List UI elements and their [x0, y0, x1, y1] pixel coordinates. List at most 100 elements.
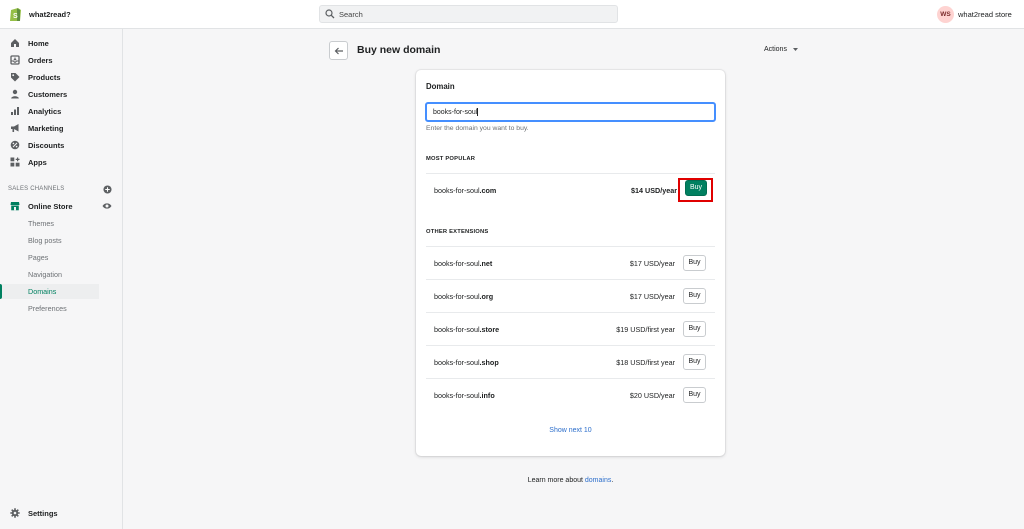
- back-button[interactable]: [329, 41, 348, 60]
- domain-name: books-for-soul.com: [434, 186, 496, 195]
- sidebar-item-label: Home: [28, 39, 49, 48]
- domain-ext: .shop: [479, 358, 499, 367]
- learn-more-text: Learn more about domains.: [416, 477, 725, 484]
- sidebar-subitem-label: Themes: [28, 219, 54, 228]
- caret-down-icon: [792, 47, 798, 51]
- domain-input-value: books-for-soul: [433, 108, 478, 116]
- add-sales-channel-icon[interactable]: [103, 185, 112, 194]
- buy-button[interactable]: Buy: [683, 387, 706, 403]
- sidebar-item-apps[interactable]: Apps: [0, 155, 123, 171]
- sidebar-subitem-blog-posts[interactable]: Blog posts: [0, 233, 99, 248]
- domain-ext: .net: [479, 259, 493, 268]
- domain-name: books-for-soul.shop: [434, 358, 499, 367]
- svg-text:S: S: [13, 13, 18, 20]
- arrow-left-icon: [334, 47, 343, 55]
- other-extensions-heading: OTHER EXTENSIONS: [426, 229, 489, 235]
- sidebar-subitem-label: Pages: [28, 253, 49, 262]
- eye-icon[interactable]: [102, 202, 112, 210]
- domain-name: books-for-soul.store: [434, 325, 499, 334]
- domain-row: books-for-soul.net $17 USD/year Buy: [426, 246, 715, 279]
- domain-base: books-for-soul: [434, 391, 480, 400]
- person-icon: [11, 89, 19, 99]
- megaphone-icon: [11, 124, 19, 132]
- store-icon: [10, 202, 20, 211]
- sidebar-subitem-label: Preferences: [28, 304, 67, 313]
- sidebar-subitem-label: Navigation: [28, 270, 62, 279]
- sidebar-item-label: Online Store: [28, 202, 73, 211]
- domain-price: $17 USD/year: [629, 259, 675, 268]
- actions-label: Actions: [764, 46, 787, 53]
- sidebar-subitem-label: Blog posts: [28, 236, 62, 245]
- domain-help-text: Enter the domain you want to buy.: [426, 125, 529, 132]
- sidebar-item-label: Analytics: [28, 107, 62, 116]
- sidebar-subitem-preferences[interactable]: Preferences: [0, 301, 99, 316]
- shopify-logo-icon[interactable]: S: [9, 6, 22, 22]
- search-placeholder: Search: [339, 10, 363, 19]
- domains-link[interactable]: domains: [585, 477, 611, 484]
- sidebar-item-label: Products: [28, 73, 61, 82]
- domain-price: $18 USD/first year: [616, 358, 675, 367]
- card-title: Domain: [426, 82, 455, 91]
- sidebar-item-label: Discounts: [28, 141, 65, 150]
- domain-ext: .com: [479, 186, 497, 195]
- sidebar-item-customers[interactable]: Customers: [0, 87, 123, 103]
- domain-base: books-for-soul: [434, 259, 480, 268]
- home-icon: [11, 39, 19, 47]
- domain-row: books-for-soul.org $17 USD/year Buy: [426, 279, 715, 312]
- domain-base: books-for-soul: [434, 325, 480, 334]
- sidebar: Home Orders Products Customers Analytics…: [0, 29, 123, 529]
- sidebar-item-analytics[interactable]: Analytics: [0, 104, 123, 120]
- domain-price: $19 USD/first year: [616, 325, 675, 334]
- domain-card: Domain books-for-soul Enter the domain y…: [416, 70, 725, 456]
- sidebar-subitem-domains[interactable]: Domains: [0, 284, 99, 299]
- sidebar-subitem-themes[interactable]: Themes: [0, 216, 99, 231]
- domain-price: $14 USD/year: [631, 186, 677, 195]
- buy-button[interactable]: Buy: [683, 288, 706, 304]
- search-icon: [325, 9, 335, 19]
- text-caret: [477, 108, 479, 116]
- domain-name: books-for-soul.org: [434, 292, 493, 301]
- show-next-link[interactable]: Show next 10: [416, 427, 725, 434]
- domain-input[interactable]: books-for-soul: [425, 102, 716, 122]
- sidebar-item-products[interactable]: Products: [0, 70, 123, 86]
- account-name[interactable]: what2read store: [958, 10, 1012, 19]
- buy-button[interactable]: Buy: [683, 321, 706, 337]
- sidebar-item-label: Orders: [28, 56, 53, 65]
- sidebar-item-home[interactable]: Home: [0, 36, 123, 52]
- domain-base: books-for-soul: [434, 186, 480, 195]
- domain-row: books-for-soul.store $19 USD/first year …: [426, 312, 715, 345]
- sidebar-item-label: Customers: [28, 90, 68, 99]
- domain-ext: .info: [479, 391, 495, 400]
- domain-base: books-for-soul: [434, 358, 480, 367]
- sidebar-subitem-navigation[interactable]: Navigation: [0, 267, 99, 282]
- search-input[interactable]: Search: [319, 5, 618, 23]
- sidebar-item-marketing[interactable]: Marketing: [0, 121, 123, 137]
- sidebar-item-orders[interactable]: Orders: [0, 53, 123, 69]
- most-popular-heading: MOST POPULAR: [426, 156, 476, 162]
- learn-more-prefix: Learn more about: [527, 477, 585, 484]
- sidebar-item-discounts[interactable]: Discounts: [0, 138, 123, 154]
- learn-more-suffix: .: [611, 477, 614, 484]
- gear-icon: [10, 508, 20, 518]
- page-title: Buy new domain: [357, 44, 441, 56]
- tag-icon: [11, 73, 20, 82]
- buy-button[interactable]: Buy: [683, 255, 706, 271]
- domain-ext: .org: [479, 292, 494, 301]
- buy-button[interactable]: Buy: [683, 354, 706, 370]
- sidebar-subitem-label: Domains: [28, 287, 57, 296]
- sidebar-item-online-store[interactable]: Online Store: [0, 199, 123, 215]
- sidebar-item-label: Apps: [28, 158, 47, 167]
- apps-icon: [10, 157, 20, 167]
- store-name[interactable]: what2read?: [29, 10, 71, 19]
- actions-menu[interactable]: Actions: [764, 46, 799, 53]
- domain-row: books-for-soul.info $20 USD/year Buy: [426, 378, 715, 411]
- domain-base: books-for-soul: [434, 292, 480, 301]
- sidebar-item-label: Marketing: [28, 124, 64, 133]
- domain-row: books-for-soul.com $14 USD/year Buy: [426, 173, 715, 206]
- bar-chart-icon: [11, 107, 19, 115]
- domain-price: $17 USD/year: [629, 292, 675, 301]
- avatar[interactable]: WS: [937, 6, 954, 23]
- top-bar: S what2read? Search WS what2read store: [0, 0, 1024, 29]
- sidebar-subitem-pages[interactable]: Pages: [0, 250, 99, 265]
- sidebar-item-settings[interactable]: Settings: [0, 506, 123, 522]
